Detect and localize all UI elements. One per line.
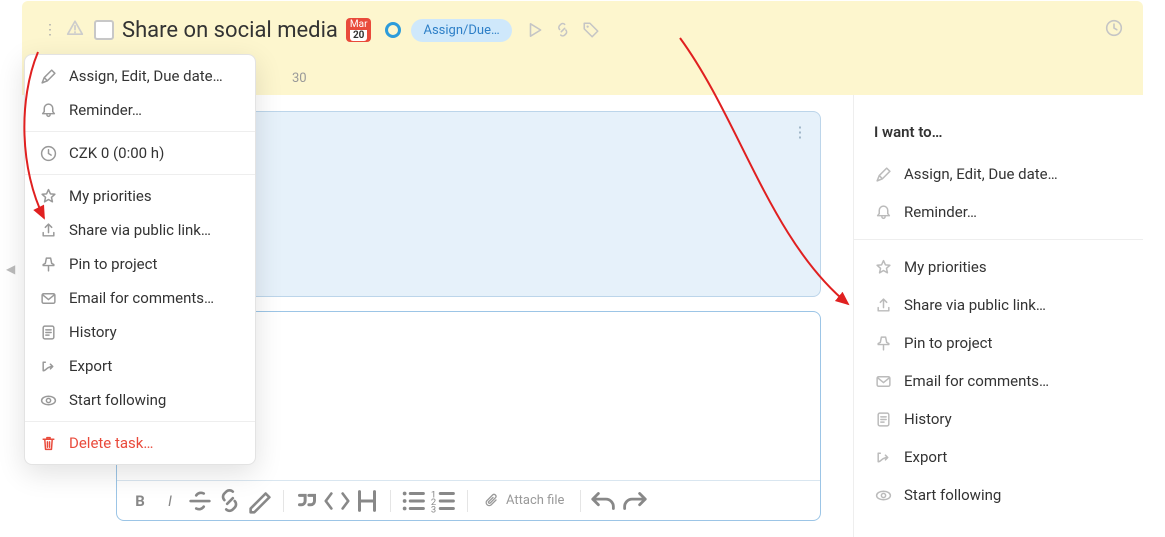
delete-label: Delete task… (69, 434, 153, 452)
sidebar-item-pencil[interactable]: Assign, Edit, Due date… (854, 155, 1143, 193)
sidebar-item-label: Start following (904, 486, 1001, 504)
cost-label: CZK 0 (0:00 h) (69, 144, 164, 162)
sidebar-item-eye[interactable]: Start following (854, 476, 1143, 514)
bell-icon (874, 203, 892, 221)
editor-link-button[interactable] (215, 486, 245, 516)
sidebar-item-star[interactable]: My priorities (854, 248, 1143, 286)
quote-button[interactable] (292, 486, 322, 516)
star-icon (39, 187, 57, 205)
sidebar-item-share[interactable]: Share via public link… (854, 286, 1143, 324)
sidebar-item-mail[interactable]: Email for comments… (854, 362, 1143, 400)
collapse-left-icon[interactable]: ◀ (6, 262, 15, 276)
strike-button[interactable] (185, 486, 215, 516)
task-title[interactable]: Share on social media (122, 18, 338, 43)
export-arrow-icon (874, 448, 892, 466)
italic-button[interactable]: I (155, 486, 185, 516)
sidebar-item-label: History (904, 410, 952, 428)
sidebar-title: I want to… (854, 95, 1143, 155)
warning-icon (66, 19, 84, 41)
menu-item-cost[interactable]: CZK 0 (0:00 h) (25, 136, 255, 170)
sidebar-item-label: Reminder… (904, 203, 977, 221)
tag-icon[interactable] (582, 21, 600, 39)
history-doc-icon (39, 323, 57, 341)
attach-file-label: Attach file (506, 493, 564, 508)
sidebar-item-label: Share via public link… (904, 296, 1046, 314)
sidebar-item-label: My priorities (904, 258, 987, 276)
sidebar-item-bell[interactable]: Reminder… (854, 193, 1143, 231)
pencil-icon (874, 165, 892, 183)
panel-kebab-button[interactable]: ⋮ (790, 120, 810, 144)
menu-item-label: Assign, Edit, Due date… (69, 67, 223, 85)
link-icon[interactable] (554, 21, 572, 39)
pencil-icon (39, 67, 57, 85)
sidebar-item-label: Email for comments… (904, 372, 1049, 390)
sidebar-item-label: Export (904, 448, 947, 466)
menu-item-mail[interactable]: Email for comments… (25, 281, 255, 315)
due-date-badge[interactable]: Mar 20 (346, 18, 372, 42)
redo-button[interactable] (619, 486, 649, 516)
pin-icon (39, 255, 57, 273)
eye-icon (39, 391, 57, 409)
mail-icon (874, 372, 892, 390)
menu-item-label: My priorities (69, 187, 152, 205)
heading-button[interactable] (352, 486, 382, 516)
ordered-list-button[interactable] (429, 486, 459, 516)
menu-item-label: Reminder… (69, 101, 142, 119)
menu-item-share[interactable]: Share via public link… (25, 213, 255, 247)
sidebar-item-export-arrow[interactable]: Export (854, 438, 1143, 476)
context-menu: Assign, Edit, Due date… Reminder… CZK 0 (… (24, 54, 256, 465)
assign-due-pill[interactable]: Assign/Due… (411, 19, 511, 42)
mail-icon (39, 289, 57, 307)
due-month: Mar (350, 19, 368, 30)
menu-item-label: Start following (69, 391, 166, 409)
trash-icon (39, 434, 57, 452)
code-button[interactable] (322, 486, 352, 516)
sidebar-panel: I want to… Assign, Edit, Due date… Remind… (853, 95, 1143, 537)
menu-item-bell[interactable]: Reminder… (25, 93, 255, 127)
menu-item-eye[interactable]: Start following (25, 383, 255, 417)
menu-item-label: History (69, 323, 117, 341)
sidebar-item-label: Pin to project (904, 334, 992, 352)
menu-item-export-arrow[interactable]: Export (25, 349, 255, 383)
menu-item-pencil[interactable]: Assign, Edit, Due date… (25, 59, 255, 93)
editor-toolbar: B I (117, 480, 820, 520)
undo-button[interactable] (589, 486, 619, 516)
share-icon (39, 221, 57, 239)
clock-icon (39, 144, 57, 162)
sidebar-item-pin[interactable]: Pin to project (854, 324, 1143, 362)
header-sub-text: 30 (292, 71, 307, 86)
share-icon (874, 296, 892, 314)
export-arrow-icon (39, 357, 57, 375)
bold-button[interactable]: B (125, 486, 155, 516)
menu-item-history-doc[interactable]: History (25, 315, 255, 349)
menu-item-label: Export (69, 357, 112, 375)
task-checkbox[interactable] (94, 20, 114, 40)
play-icon[interactable] (526, 21, 544, 39)
due-day: 20 (350, 30, 368, 41)
sidebar-item-history-doc[interactable]: History (854, 400, 1143, 438)
menu-item-label: Share via public link… (69, 221, 211, 239)
menu-item-pin[interactable]: Pin to project (25, 247, 255, 281)
menu-item-star[interactable]: My priorities (25, 179, 255, 213)
highlight-button[interactable] (245, 486, 275, 516)
star-icon (874, 258, 892, 276)
header-clock-icon[interactable] (1105, 19, 1123, 41)
attach-file-button[interactable]: Attach file (476, 493, 572, 509)
header-kebab-button[interactable]: ⋮ (40, 16, 60, 44)
menu-item-label: Email for comments… (69, 289, 214, 307)
menu-item-delete[interactable]: Delete task… (25, 426, 255, 460)
history-doc-icon (874, 410, 892, 428)
pin-icon (874, 334, 892, 352)
menu-item-label: Pin to project (69, 255, 157, 273)
sidebar-item-label: Assign, Edit, Due date… (904, 165, 1058, 183)
unordered-list-button[interactable] (399, 486, 429, 516)
bell-icon (39, 101, 57, 119)
eye-icon (874, 486, 892, 504)
status-circle-icon[interactable] (385, 22, 401, 38)
